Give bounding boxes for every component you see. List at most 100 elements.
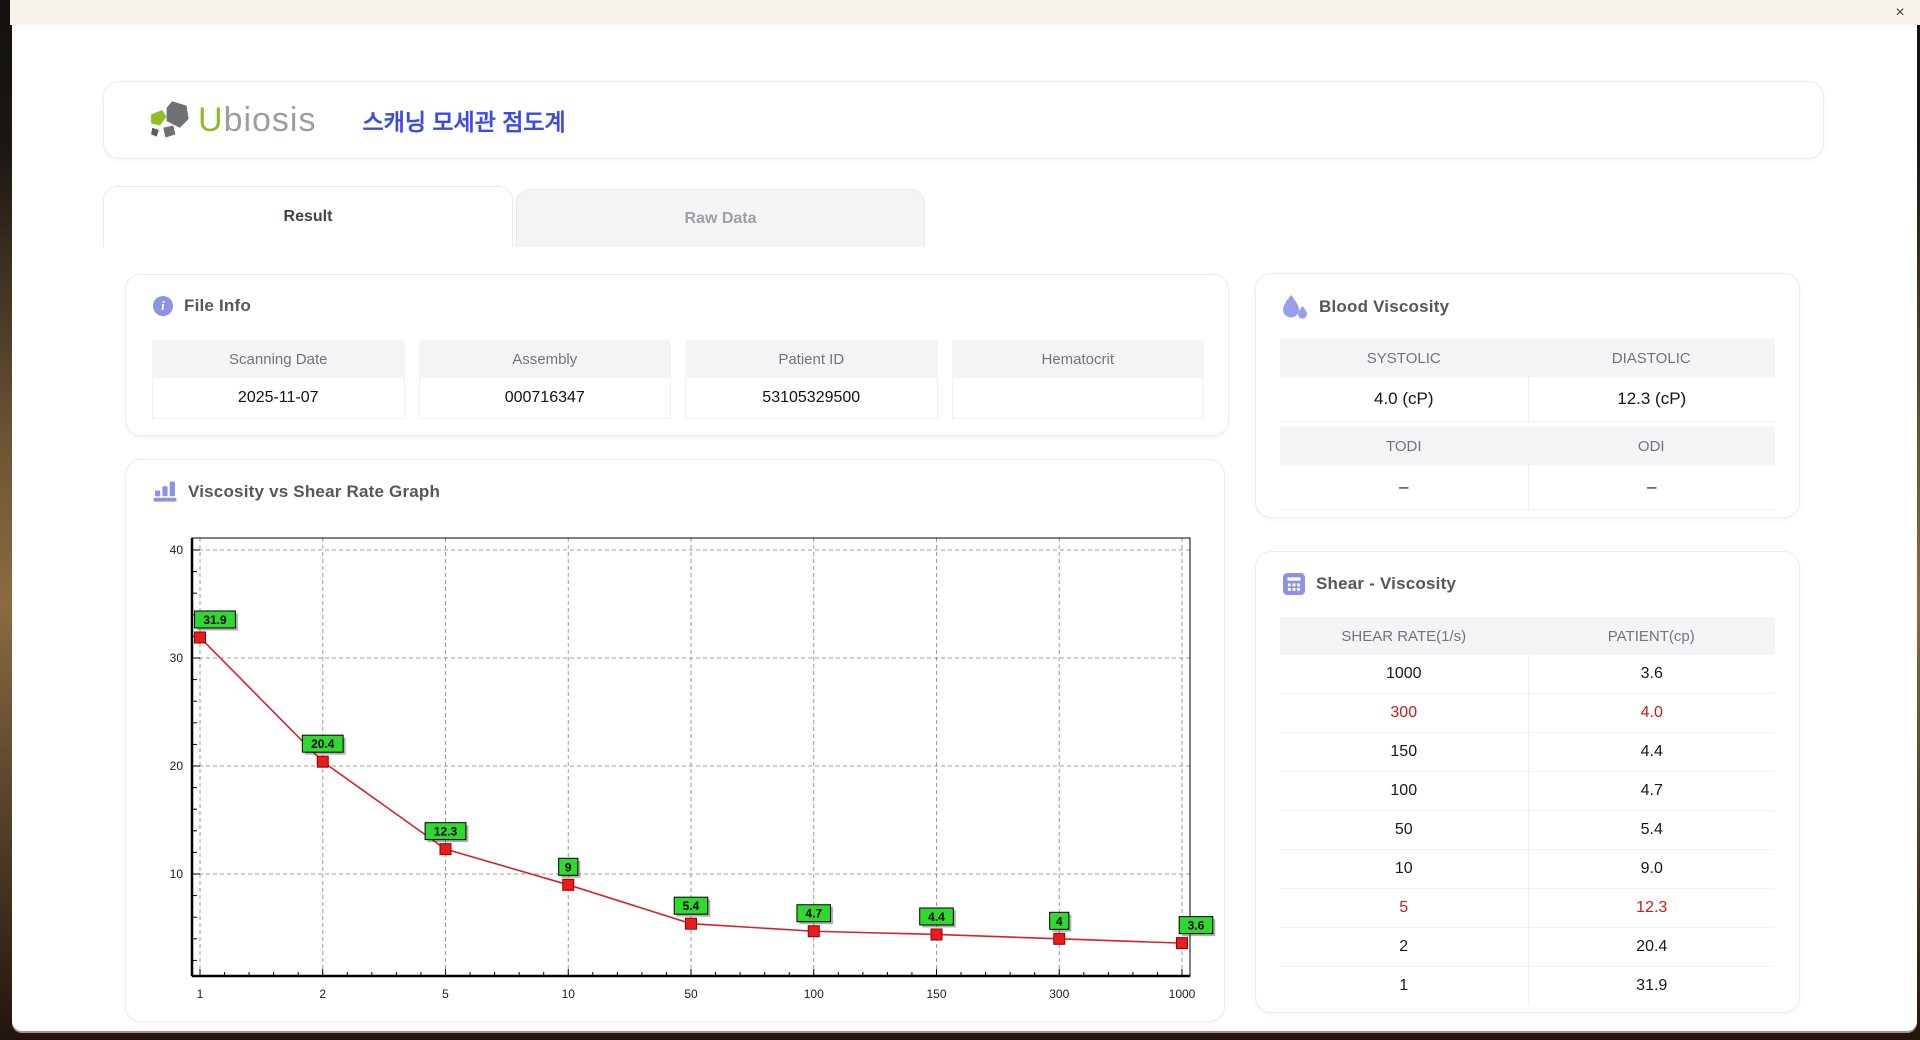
table-row: 150 4.4	[1280, 733, 1775, 772]
shear-rate-cell: 150	[1390, 743, 1418, 760]
table-header-row: TODI ODI	[1280, 427, 1775, 465]
svg-text:5: 5	[442, 987, 449, 1001]
patient-viscosity-cell: 4.7	[1527, 772, 1776, 810]
bar-chart-icon	[153, 481, 177, 502]
shear-viscosity-title-label: Shear - Viscosity	[1316, 574, 1457, 593]
header-card: Ubiosis 스캐닝 모세관 점도계	[103, 81, 1824, 159]
shear-rate-cell: 10	[1394, 860, 1413, 877]
field-value	[951, 378, 1204, 419]
svg-text:2: 2	[319, 987, 326, 1001]
chart-area: 10 20 30 40 1 2 5 10 50 100 150 300 1000 31.9 20.4 12.3…	[126, 520, 1226, 1015]
ubiosis-logo-text: Ubiosis	[198, 101, 317, 140]
column-header: Patient ID	[685, 340, 938, 378]
logo-rest: biosis	[223, 100, 317, 139]
column-header: TODI	[1280, 427, 1528, 465]
close-icon[interactable]: ×	[1890, 3, 1910, 23]
svg-text:150: 150	[926, 987, 946, 1001]
blood-viscosity-table: SYSTOLIC DIASTOLIC 4.0 (cP) 12.3 (cP) TO…	[1280, 339, 1775, 510]
svg-text:31.9: 31.9	[203, 613, 227, 627]
shear-rate-cell: 300	[1390, 704, 1418, 721]
file-info-title-label: File Info	[184, 296, 251, 315]
svg-text:4: 4	[1056, 914, 1063, 928]
table-row: 1000 3.6	[1280, 655, 1775, 694]
patient-viscosity-cell: 12.3	[1527, 889, 1776, 927]
svg-text:100: 100	[804, 987, 824, 1001]
shear-viscosity-table: SHEAR RATE(1/s) PATIENT(cp) 1000 3.6 300 4.…	[1280, 617, 1775, 1005]
logo-u: U	[198, 100, 224, 139]
blood-viscosity-card: Blood Viscosity SYSTOLIC DIASTOLIC 4.0 (…	[1255, 273, 1800, 518]
patient-viscosity-cell: 20.4	[1527, 928, 1776, 966]
column-header: ODI	[1527, 427, 1775, 465]
svg-text:4.4: 4.4	[928, 910, 945, 924]
svg-text:50: 50	[684, 987, 698, 1001]
blood-drops-icon	[1283, 295, 1307, 319]
ubiosis-logo-icon	[151, 101, 189, 138]
patient-viscosity-cell: 4.4	[1527, 733, 1776, 771]
table-header-row: SYSTOLIC DIASTOLIC	[1280, 339, 1775, 377]
patient-viscosity-cell: 31.9	[1527, 967, 1776, 1005]
table-row: 300 4.0	[1280, 694, 1775, 733]
file-info-col-hematocrit: Hematocrit	[951, 340, 1204, 419]
shear-viscosity-title: Shear - Viscosity	[1283, 573, 1456, 595]
page-title: 스캐닝 모세관 점도계	[362, 109, 566, 135]
tab-result[interactable]: Result	[103, 186, 513, 247]
shear-rate-cell: 1000	[1385, 665, 1422, 682]
ubiosis-logo: Ubiosis	[150, 100, 317, 140]
app-window: Ubiosis 스캐닝 모세관 점도계 Result Raw Data i Fi…	[12, 25, 1917, 1031]
table-row: 1 31.9	[1280, 967, 1775, 1005]
table-row: 4.0 (cP) 12.3 (cP)	[1280, 377, 1775, 422]
shear-rate-cell: 50	[1394, 821, 1413, 838]
field-value: 2025-11-07	[152, 378, 405, 419]
todi-value: –	[1280, 465, 1528, 510]
file-info-col-assembly: Assembly 000716347	[418, 340, 671, 419]
table-row: 50 5.4	[1280, 811, 1775, 850]
graph-title: Viscosity vs Shear Rate Graph	[153, 481, 440, 502]
svg-text:300: 300	[1049, 987, 1069, 1001]
column-header: Hematocrit	[951, 340, 1204, 378]
shear-rate-cell: 5	[1399, 899, 1409, 916]
table-header-row: SHEAR RATE(1/s) PATIENT(cp)	[1280, 617, 1775, 655]
svg-text:20.4: 20.4	[311, 737, 335, 751]
blood-viscosity-title: Blood Viscosity	[1283, 295, 1449, 319]
svg-text:4.7: 4.7	[805, 907, 822, 921]
graph-title-label: Viscosity vs Shear Rate Graph	[188, 481, 441, 501]
svg-text:12.3: 12.3	[434, 825, 458, 839]
file-info-table: Scanning Date 2025-11-07 Assembly 000716…	[152, 340, 1204, 419]
file-info-col-scanning-date: Scanning Date 2025-11-07	[152, 340, 405, 419]
shear-rate-cell: 2	[1399, 938, 1409, 955]
patient-viscosity-cell: 4.0	[1527, 694, 1776, 732]
file-info-card: i File Info Scanning Date 2025-11-07 Ass…	[125, 274, 1229, 436]
patient-viscosity-cell: 3.6	[1527, 655, 1776, 693]
file-info-col-patient-id: Patient ID 53105329500	[685, 340, 938, 419]
shear-rate-cell: 100	[1390, 782, 1418, 799]
svg-text:10: 10	[562, 987, 576, 1001]
table-row: – –	[1280, 465, 1775, 510]
svg-text:9: 9	[565, 860, 572, 874]
patient-viscosity-cell: 9.0	[1527, 850, 1776, 888]
svg-text:10: 10	[170, 867, 184, 881]
viscosity-chart: 10 20 30 40 1 2 5 10 50 100 150 300 1000 31.9 20.4 12.3…	[170, 537, 1216, 1001]
blood-viscosity-title-label: Blood Viscosity	[1319, 297, 1450, 316]
svg-text:5.4: 5.4	[683, 899, 700, 913]
table-row: 5 12.3	[1280, 889, 1775, 928]
column-header: DIASTOLIC	[1527, 339, 1775, 377]
column-header: PATIENT(cp)	[1527, 617, 1775, 655]
field-value: 000716347	[418, 378, 671, 419]
diastolic-value: 12.3 (cP)	[1527, 377, 1775, 422]
column-header: SHEAR RATE(1/s)	[1280, 617, 1528, 655]
shear-rate-cell: 1	[1399, 977, 1409, 994]
patient-viscosity-cell: 5.4	[1527, 811, 1776, 849]
file-info-title: i File Info	[153, 296, 251, 316]
svg-text:1000: 1000	[1169, 987, 1196, 1001]
column-header: SYSTOLIC	[1280, 339, 1528, 377]
column-header: Scanning Date	[152, 340, 405, 378]
field-value: 53105329500	[685, 378, 938, 419]
table-row: 2 20.4	[1280, 928, 1775, 967]
svg-text:3.6: 3.6	[1188, 919, 1205, 933]
info-icon: i	[153, 296, 173, 316]
table-grid-icon	[1283, 573, 1305, 595]
tab-raw-data[interactable]: Raw Data	[516, 189, 925, 247]
table-row: 10 9.0	[1280, 850, 1775, 889]
svg-text:30: 30	[170, 651, 184, 665]
systolic-value: 4.0 (cP)	[1280, 377, 1528, 422]
